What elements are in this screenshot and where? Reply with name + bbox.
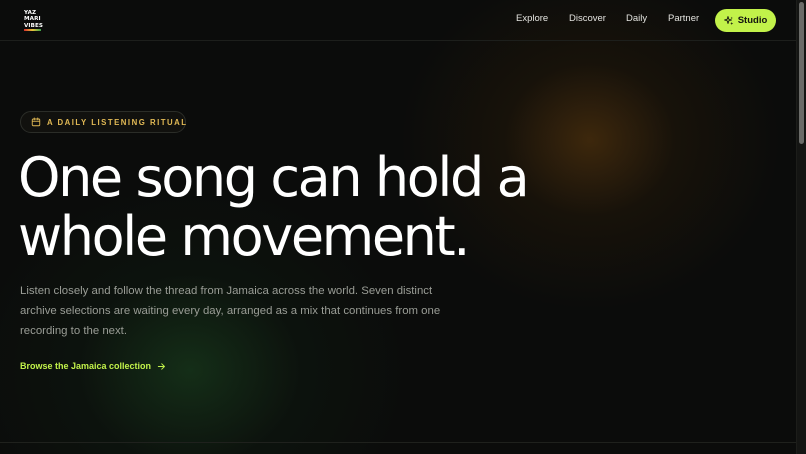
eyebrow-label: A DAILY LISTENING RITUAL	[47, 117, 188, 127]
nav-item-discover[interactable]: Discover	[569, 13, 606, 24]
browse-collection-link[interactable]: Browse the Jamaica collection	[20, 359, 166, 373]
nav-item-explore[interactable]: Explore	[516, 13, 548, 24]
page-scrollbar[interactable]	[796, 0, 806, 454]
top-navigation-bar: YAZ MARI VIBES Explore Discover Daily Pa…	[0, 0, 796, 41]
hero-headline-line-2: whole movement.	[18, 205, 470, 268]
studio-button-label: Studio	[737, 15, 768, 26]
hero-description: Listen closely and follow the thread fro…	[20, 285, 441, 338]
nav-item-daily[interactable]: Daily	[626, 13, 647, 24]
logo-color-stripe	[24, 29, 41, 31]
browse-collection-label: Browse the Jamaica collection	[20, 361, 152, 371]
brand-logo[interactable]: YAZ MARI VIBES	[24, 10, 44, 32]
sparkles-icon	[723, 15, 733, 25]
section-divider	[0, 442, 796, 443]
nav-item-partner[interactable]: Partner	[668, 13, 699, 24]
arrow-right-icon	[157, 362, 165, 370]
eyebrow-badge: A DAILY LISTENING RITUAL	[20, 111, 186, 133]
calendar-icon	[31, 117, 41, 127]
studio-button[interactable]: Studio	[715, 9, 776, 32]
hero-headline-line-1: One song can hold a	[18, 146, 530, 209]
scrollbar-thumb[interactable]	[799, 2, 804, 144]
hero-headline: One song can hold a whole movement.	[18, 148, 578, 266]
